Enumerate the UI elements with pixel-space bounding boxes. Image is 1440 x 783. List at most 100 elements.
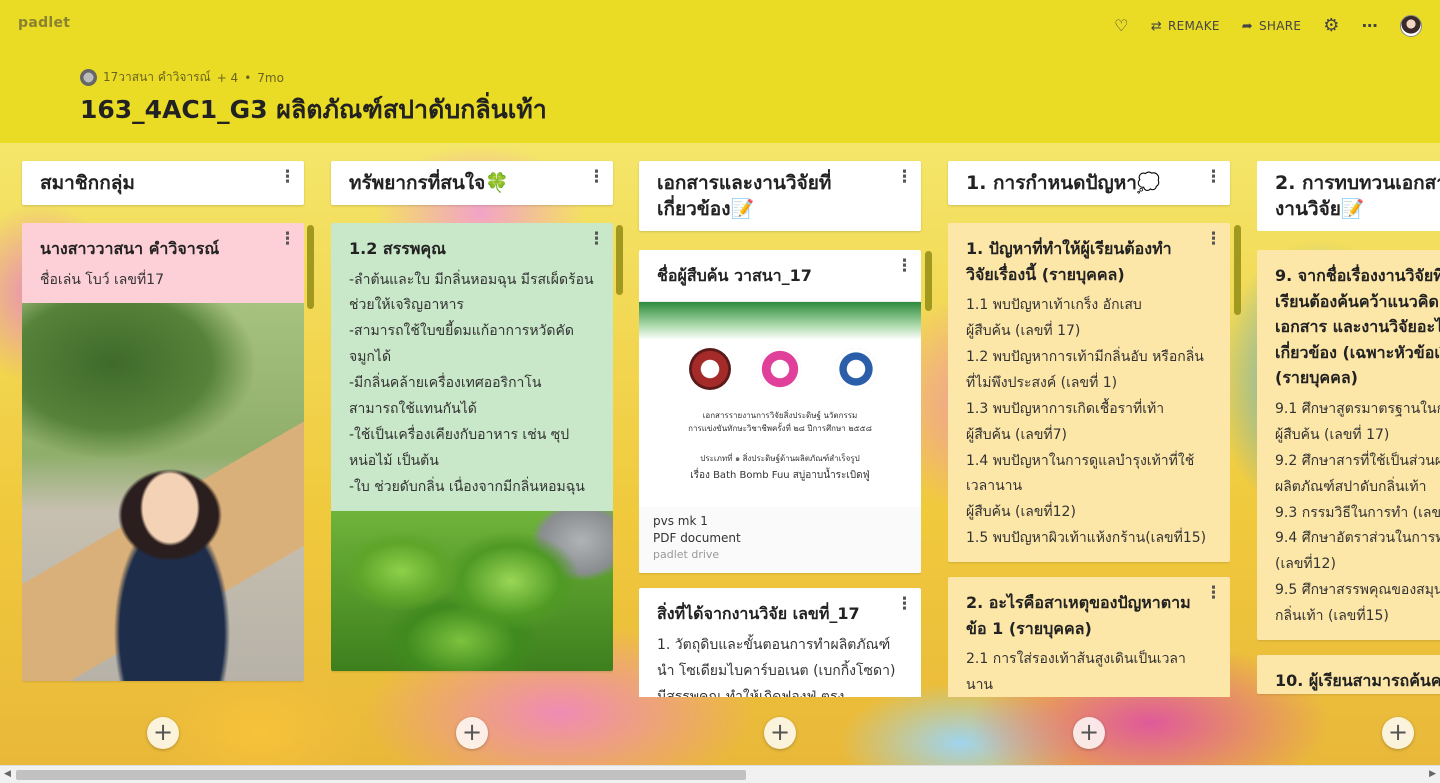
author-name[interactable]: 17วาสนา คำวิจารณ์ (103, 68, 211, 87)
post-card[interactable]: ⋮ 1. ปัญหาที่ทำให้ผู้เรียนต้องทำวิจัยเรื… (948, 223, 1230, 563)
column-posts: ⋮ 1.2 สรรพคุณ -ลำต้นและใบ มีกลิ่นหอมฉุน … (331, 223, 613, 698)
scroll-left-icon[interactable]: ◀ (4, 769, 11, 779)
heart-button[interactable]: ♡ (1114, 18, 1129, 34)
column-posts: 9. จากชื่อเรื่องงานวิจัยที่ตั้งไว้ ผู้เร… (1257, 250, 1440, 697)
post-title: 1.2 สรรพคุณ (349, 239, 446, 258)
more-button[interactable]: ⋯ (1362, 18, 1378, 34)
file-name: pvs mk 1 (653, 513, 708, 528)
column-title: สมาชิกกลุ่ม (40, 172, 135, 194)
document-text: เอกสารรายงานการวิจัยสิ่งประดิษฐ์ นวัตกรร… (702, 410, 858, 420)
column-title: ทรัพยากรที่สนใจ🍀 (349, 172, 509, 194)
add-icon: + (152, 718, 174, 746)
column-header: 1. การกำหนดปัญหา💭 ⋮ (948, 161, 1230, 206)
post-title: 2. อะไรคือสาเหตุของปัญหาตามข้อ 1 (รายบุค… (966, 593, 1191, 638)
column-scrollbar[interactable] (1234, 225, 1241, 315)
board-age: 7mo (257, 70, 284, 85)
document-text: การแข่งขันทักษะวิชาชีพครั้งที่ ๒๘ ปีการศ… (688, 423, 872, 433)
column-title: เอกสารและงานวิจัยที่เกี่ยวข้อง📝 (657, 172, 832, 221)
add-icon: + (461, 718, 483, 746)
column-review: 2. การทบทวนเอกสารและงานวิจัย📝 (1257, 161, 1440, 232)
kebab-icon[interactable]: ⋮ (588, 169, 605, 186)
post-title: ชื่อผู้สืบค้น วาสนา_17 (657, 266, 812, 285)
file-type: PDF document (653, 530, 741, 545)
kebab-icon[interactable]: ⋮ (896, 258, 913, 275)
add-icon: + (1387, 718, 1409, 746)
kebab-icon[interactable]: ⋮ (1205, 169, 1222, 186)
post-photo[interactable] (331, 510, 613, 671)
add-post-button[interactable]: + (1073, 717, 1105, 749)
remake-icon: ⇄ (1150, 18, 1163, 34)
contributors-count[interactable]: + 4 (217, 71, 239, 85)
board-title: 163_4AC1_G3 ผลิตภัณฑ์สปาดับกลิ่นเท้า (80, 95, 547, 124)
document-band (639, 301, 921, 340)
share-button[interactable]: ➦ SHARE (1242, 19, 1301, 33)
post-title: สิ่งที่ได้จากงานวิจัย เลขที่_17 (657, 604, 860, 624)
add-icon: + (1078, 718, 1100, 746)
column-scrollbar[interactable] (925, 251, 932, 311)
document-text: เรื่อง Bath Bomb Fuu สบู่อาบน้ำระเบิดฟู่ (690, 469, 870, 481)
add-post-button[interactable]: + (764, 717, 796, 749)
post-body: 2.1 การใส่รองเท้าส้นสูงเดินเป็นเวลานาน (966, 651, 1186, 694)
post-card[interactable]: 9. จากชื่อเรื่องงานวิจัยที่ตั้งไว้ ผู้เร… (1257, 250, 1440, 640)
attachment-info[interactable]: pvs mk 1 PDF document padlet drive (639, 506, 921, 574)
scroll-right-icon[interactable]: ▶ (1429, 769, 1436, 779)
kebab-icon[interactable]: ⋮ (1205, 231, 1222, 248)
column-posts: ⋮ ชื่อผู้สืบค้น วาสนา_17 เอกสารรายงานการ… (639, 250, 921, 697)
post-title: 9. จากชื่อเรื่องงานวิจัยที่ตั้งไว้ ผู้เร… (1275, 266, 1440, 388)
kebab-icon[interactable]: ⋮ (896, 169, 913, 186)
gear-icon: ⚙ (1323, 15, 1340, 36)
meta-dot: • (244, 70, 252, 85)
remake-label: REMAKE (1168, 19, 1220, 33)
seal-logo (835, 347, 877, 390)
more-icon: ⋯ (1361, 16, 1378, 35)
column-posts: ⋮ 1. ปัญหาที่ทำให้ผู้เรียนต้องทำวิจัยเรื… (948, 223, 1230, 697)
column-header: สมาชิกกลุ่ม ⋮ (22, 161, 304, 206)
kebab-icon[interactable]: ⋮ (279, 231, 296, 248)
post-photo[interactable] (22, 303, 304, 682)
padlet-logo[interactable]: padlet (18, 15, 70, 31)
column-title: 1. การกำหนดปัญหา💭 (966, 172, 1161, 194)
post-card[interactable]: ⋮ 2. อะไรคือสาเหตุของปัญหาตามข้อ 1 (รายบ… (948, 577, 1230, 697)
post-title: 10. ผู้เรียนสามารถค้นคว้า (1275, 670, 1440, 690)
document-text: ประเภทที่ ๑ สิ่งประดิษฐ์ด้านผลิตภัณฑ์สำเ… (700, 453, 860, 463)
board-header: padlet ♡ ⇄ REMAKE ➦ SHARE ⚙ ⋯ 17วาสนา คำวิ… (0, 0, 1440, 143)
settings-button[interactable]: ⚙ (1323, 17, 1339, 35)
add-icon: + (769, 718, 791, 746)
post-body: 1.1 พบปัญหาเท้าเกร็ง อักเสบ ผู้สืบค้น (เ… (966, 297, 1207, 547)
kebab-icon[interactable]: ⋮ (1205, 585, 1222, 602)
header-actions: ♡ ⇄ REMAKE ➦ SHARE ⚙ ⋯ (1114, 12, 1422, 40)
post-body: 9.1 ศึกษาสูตรมาตรฐานในการทำ ผู้สืบค้น (เ… (1275, 400, 1440, 625)
column-resources: ทรัพยากรที่สนใจ🍀 ⋮ (331, 161, 613, 206)
seal-logo (689, 347, 731, 390)
add-post-button[interactable]: + (456, 717, 488, 749)
post-body: -ลำต้นและใบ มีกลิ่นหอมฉุน มีรสเผ็ดร้อน ช… (349, 271, 594, 495)
horizontal-scrollbar[interactable]: ◀ ▶ (0, 765, 1440, 783)
kebab-icon[interactable]: ⋮ (279, 169, 296, 186)
post-card[interactable]: ⋮ 1.2 สรรพคุณ -ลำต้นและใบ มีกลิ่นหอมฉุน … (331, 223, 613, 671)
user-avatar[interactable] (1400, 15, 1422, 37)
board-meta: 17วาสนา คำวิจารณ์ + 4 • 7mo (80, 68, 284, 87)
post-card[interactable]: ⋮ นางสาววาสนา คำวิจารณ์ ชื่อเล่น โบว์ เล… (22, 223, 304, 682)
post-card[interactable]: ⋮ ชื่อผู้สืบค้น วาสนา_17 เอกสารรายงานการ… (639, 250, 921, 574)
post-title: นางสาววาสนา คำวิจารณ์ (40, 239, 220, 258)
share-icon: ➦ (1241, 18, 1253, 34)
column-header: ทรัพยากรที่สนใจ🍀 ⋮ (331, 161, 613, 206)
scrollbar-thumb[interactable] (16, 770, 746, 780)
document-preview[interactable]: เอกสารรายงานการวิจัยสิ่งประดิษฐ์ นวัตกรร… (639, 300, 921, 507)
post-card[interactable]: 10. ผู้เรียนสามารถค้นคว้า (1257, 654, 1440, 694)
column-scrollbar[interactable] (307, 225, 314, 309)
post-title: 1. ปัญหาที่ทำให้ผู้เรียนต้องทำวิจัยเรื่อ… (966, 239, 1172, 284)
column-scrollbar[interactable] (616, 225, 623, 295)
column-title: 2. การทบทวนเอกสารและงานวิจัย📝 (1275, 172, 1440, 221)
kebab-icon[interactable]: ⋮ (588, 231, 605, 248)
file-source: padlet drive (653, 548, 720, 562)
add-post-button[interactable]: + (147, 717, 179, 749)
seal-logo (759, 347, 801, 390)
remake-button[interactable]: ⇄ REMAKE (1151, 19, 1220, 33)
author-avatar (80, 69, 97, 86)
add-post-button[interactable]: + (1382, 717, 1414, 749)
post-card[interactable]: ⋮ สิ่งที่ได้จากงานวิจัย เลขที่_17 1. วัต… (639, 588, 921, 697)
share-label: SHARE (1258, 19, 1302, 33)
column-documents: เอกสารและงานวิจัยที่เกี่ยวข้อง📝 ⋮ (639, 161, 921, 232)
kebab-icon[interactable]: ⋮ (896, 596, 913, 613)
